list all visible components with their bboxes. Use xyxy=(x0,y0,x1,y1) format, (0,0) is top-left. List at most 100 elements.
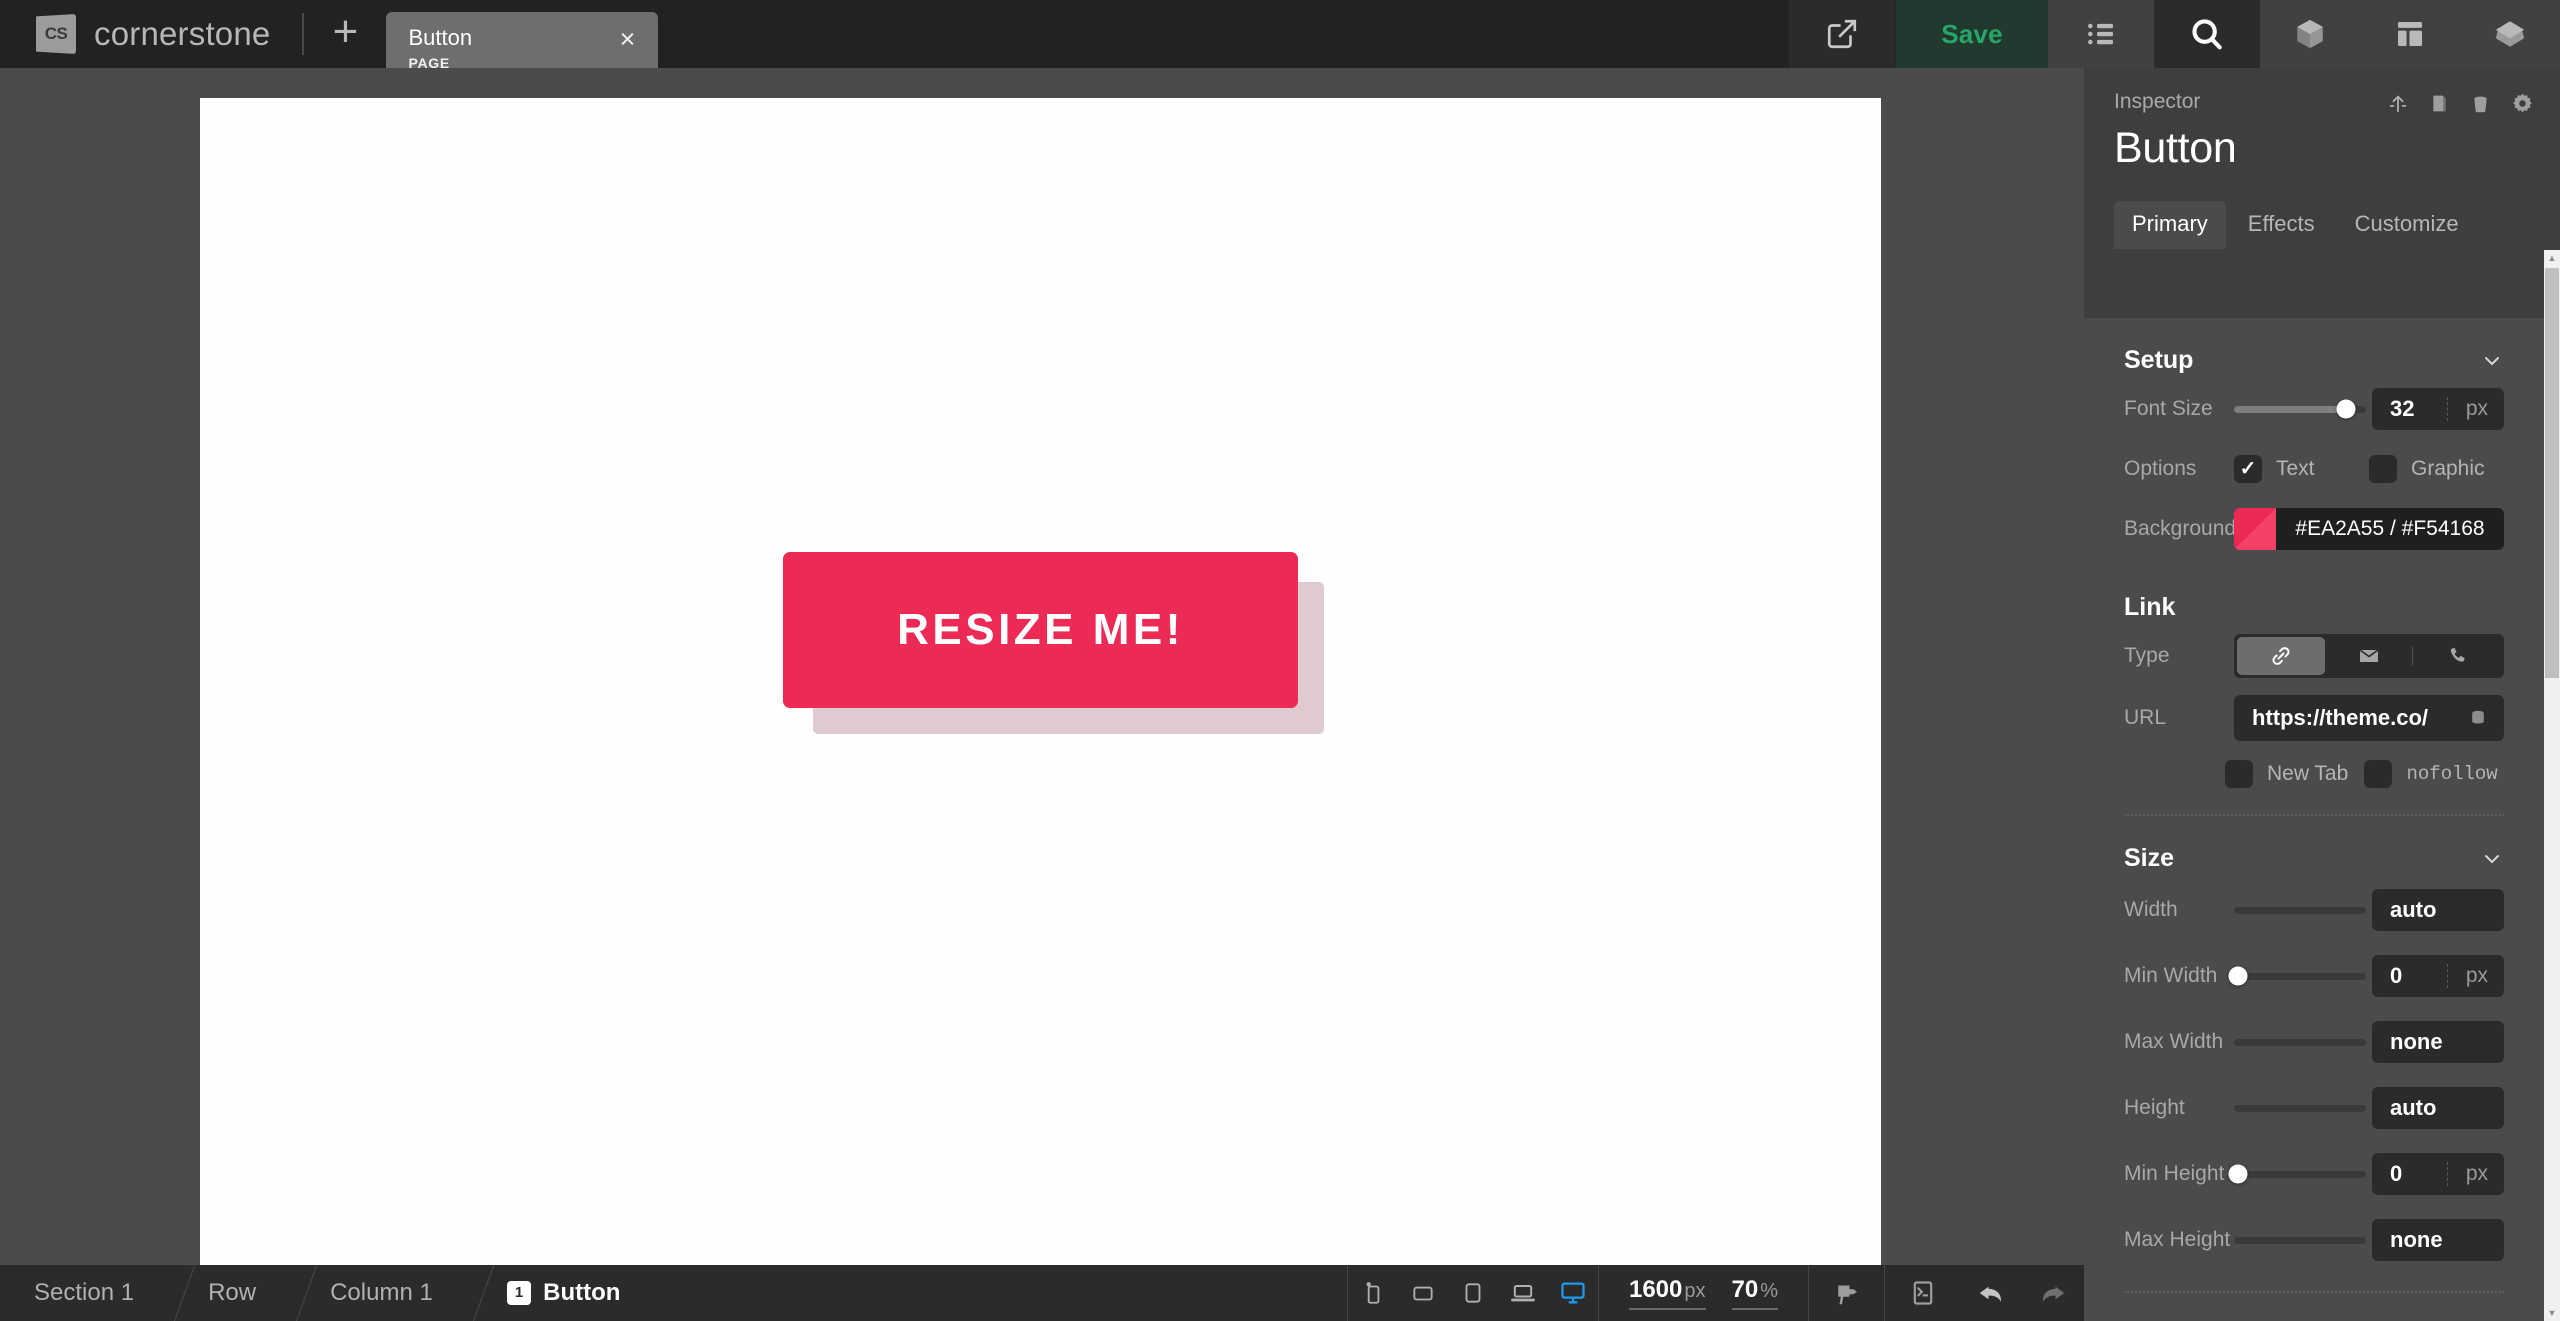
layers-button[interactable] xyxy=(2460,0,2560,68)
viewport-width-value: 1600 xyxy=(1629,1276,1682,1304)
link-type-url-button[interactable] xyxy=(2237,637,2325,675)
checkbox-graphic[interactable]: Graphic xyxy=(2369,455,2504,483)
layout-templates-button[interactable] xyxy=(2360,0,2460,68)
checkbox-label: Text xyxy=(2276,457,2315,481)
width-input[interactable]: auto xyxy=(2372,889,2504,931)
elements-list-button[interactable] xyxy=(2048,0,2154,68)
tab-customize[interactable]: Customize xyxy=(2337,201,2477,249)
field-label: Height xyxy=(2124,1096,2234,1120)
font-size-slider[interactable] xyxy=(2234,406,2366,413)
viewport-desktop-button[interactable] xyxy=(1548,1265,1598,1321)
field-label: Options xyxy=(2124,457,2234,481)
search-icon xyxy=(2188,15,2226,53)
link-type-phone-button[interactable] xyxy=(2413,637,2501,675)
max-height-slider[interactable] xyxy=(2234,1237,2366,1244)
redo-button[interactable] xyxy=(2022,1265,2084,1321)
section-setup-header[interactable]: Setup xyxy=(2084,318,2544,379)
inspector-body: Setup Font Size 32 px Options ✓ Text xyxy=(2084,318,2544,1321)
tab-title: Button xyxy=(408,26,638,49)
breadcrumb-label: Row xyxy=(208,1279,256,1307)
max-width-slider[interactable] xyxy=(2234,1039,2366,1046)
field-value: none xyxy=(2390,1227,2443,1253)
tablet-icon xyxy=(1460,1280,1486,1306)
move-icon[interactable] xyxy=(2387,93,2409,115)
checkbox-nofollow[interactable]: nofollow xyxy=(2364,760,2504,788)
breadcrumb-section-1[interactable]: Section 1 xyxy=(0,1265,174,1321)
max-height-input[interactable]: none xyxy=(2372,1219,2504,1261)
cornerstone-logo-icon: CS xyxy=(36,14,76,54)
elements-library-button[interactable] xyxy=(2260,0,2360,68)
field-label: Font Size xyxy=(2124,397,2234,421)
min-height-input[interactable]: 0 px xyxy=(2372,1153,2504,1195)
width-slider[interactable] xyxy=(2234,907,2366,914)
code-editor-button[interactable] xyxy=(1884,1265,1960,1321)
field-label: Max Width xyxy=(2124,1030,2234,1054)
checkbox-label: Graphic xyxy=(2411,457,2485,481)
checkbox-box[interactable]: ✓ xyxy=(2234,455,2262,483)
breadcrumb-column-1[interactable]: Column 1 xyxy=(296,1265,473,1321)
tab-button-page[interactable]: Button PAGE × xyxy=(386,12,658,68)
min-width-slider[interactable] xyxy=(2234,973,2366,980)
checkbox-text[interactable]: ✓ Text xyxy=(2234,455,2369,483)
list-icon xyxy=(2085,18,2117,50)
min-height-slider[interactable] xyxy=(2234,1171,2366,1178)
checkbox-box[interactable] xyxy=(2225,760,2253,788)
background-color-field[interactable]: #EA2A55 / #F54168 xyxy=(2234,508,2504,550)
checkbox-box[interactable] xyxy=(2369,455,2397,483)
min-width-input[interactable]: 0 px xyxy=(2372,955,2504,997)
url-input[interactable]: https://theme.co/ xyxy=(2234,695,2504,741)
field-min-height: Min Height 0 px xyxy=(2084,1141,2544,1207)
section-design-header[interactable]: Design xyxy=(2084,1293,2544,1321)
search-button[interactable] xyxy=(2154,0,2260,68)
breadcrumb-row[interactable]: Row xyxy=(174,1265,296,1321)
chevron-down-icon[interactable] xyxy=(2480,847,2504,871)
scroll-down-icon[interactable]: ▼ xyxy=(2544,1305,2560,1321)
gear-icon[interactable] xyxy=(2511,92,2534,115)
viewport-tablet-button[interactable] xyxy=(1448,1265,1498,1321)
zoom-level-input[interactable]: 70 % xyxy=(1732,1276,1779,1310)
height-slider[interactable] xyxy=(2234,1105,2366,1112)
breadcrumb-label: Section 1 xyxy=(34,1279,134,1307)
field-height: Height auto xyxy=(2084,1075,2544,1141)
tab-effects[interactable]: Effects xyxy=(2230,201,2333,249)
close-icon[interactable]: × xyxy=(612,24,642,54)
page-canvas[interactable]: RESIZE ME! xyxy=(200,98,1881,1265)
delete-icon[interactable] xyxy=(2470,93,2491,114)
field-value: auto xyxy=(2390,897,2436,923)
undo-icon xyxy=(1976,1278,2006,1308)
viewport-laptop-button[interactable] xyxy=(1498,1265,1548,1321)
tab-primary[interactable]: Primary xyxy=(2114,201,2226,249)
field-value: 0 xyxy=(2390,1161,2402,1187)
scroll-up-icon[interactable]: ▲ xyxy=(2544,250,2560,266)
checkbox-new-tab[interactable]: New Tab xyxy=(2225,760,2365,788)
new-tab-button[interactable]: + xyxy=(304,0,386,68)
field-options: Options ✓ Text Graphic xyxy=(2084,439,2544,499)
color-swatch[interactable] xyxy=(2234,508,2276,550)
viewport-width-input[interactable]: 1600 px xyxy=(1629,1276,1706,1310)
preview-external-button[interactable] xyxy=(1789,0,1895,68)
font-size-input[interactable]: 32 px xyxy=(2372,388,2504,430)
inspector-scrollbar[interactable]: ▲ ▼ xyxy=(2544,250,2560,1321)
duplicate-icon[interactable] xyxy=(2429,93,2450,114)
field-label: Background xyxy=(2124,517,2234,541)
inspector-tabs: Primary Effects Customize xyxy=(2084,173,2560,249)
scrollbar-thumb[interactable] xyxy=(2545,268,2559,678)
field-label: Type xyxy=(2124,644,2234,668)
max-width-input[interactable]: none xyxy=(2372,1021,2504,1063)
chevron-down-icon[interactable] xyxy=(2480,349,2504,373)
breadcrumb-button[interactable]: 1 Button xyxy=(473,1265,661,1321)
tools-button[interactable] xyxy=(1808,1265,1884,1321)
database-icon[interactable] xyxy=(2468,708,2488,728)
section-title: Link xyxy=(2124,593,2175,622)
save-button[interactable]: Save xyxy=(1895,0,2048,68)
resize-me-button[interactable]: RESIZE ME! xyxy=(783,552,1298,708)
breadcrumb-label: Column 1 xyxy=(330,1279,433,1307)
section-size-header[interactable]: Size xyxy=(2084,816,2544,877)
height-input[interactable]: auto xyxy=(2372,1087,2504,1129)
link-type-email-button[interactable] xyxy=(2325,637,2413,675)
viewport-mobile-landscape-button[interactable] xyxy=(1398,1265,1448,1321)
viewport-mobile-portrait-button[interactable] xyxy=(1348,1265,1398,1321)
breadcrumb-badge: 1 xyxy=(507,1281,531,1305)
checkbox-box[interactable] xyxy=(2364,760,2392,788)
undo-button[interactable] xyxy=(1960,1265,2022,1321)
